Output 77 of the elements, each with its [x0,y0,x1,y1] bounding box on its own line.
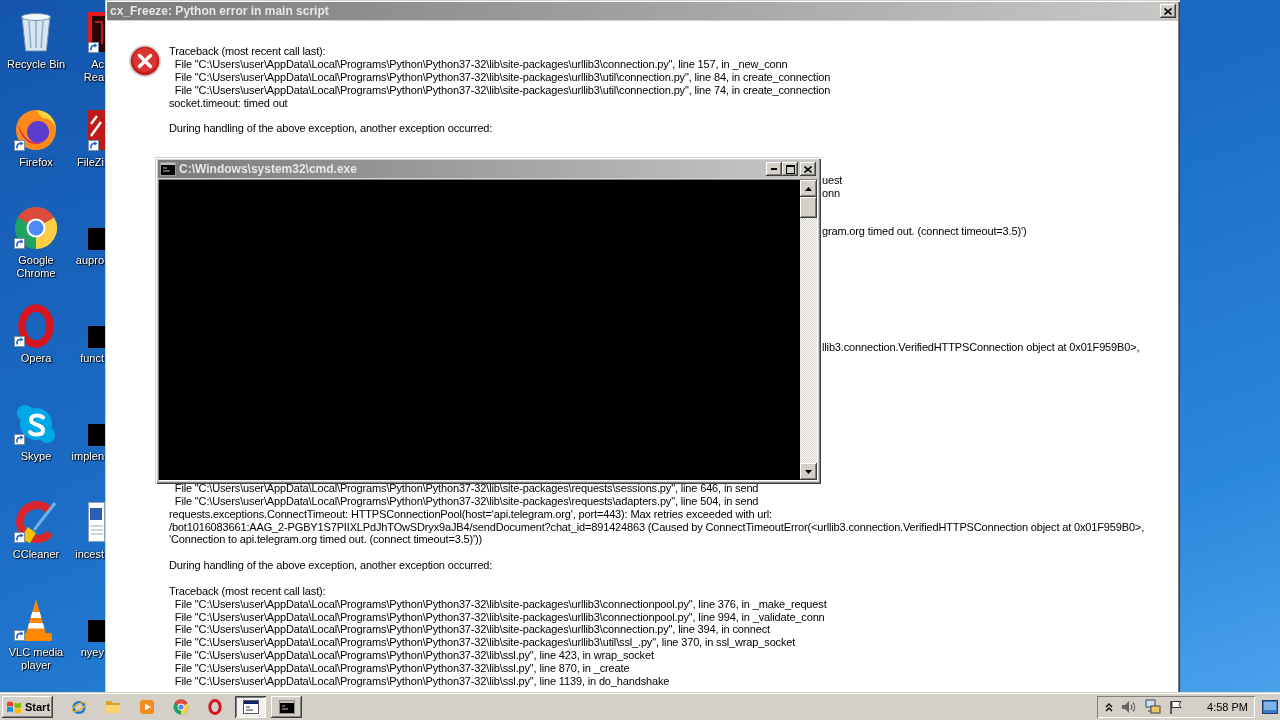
console-icon [160,162,176,176]
message-line: File "C:\Users\user\AppData\Local\Programs\Python\Python37-32\lib\site-packages\requests\sessions.py", line 646, in send [173,482,759,495]
message-line: llib3.connection.VerifiedHTTPSConnection object at 0x01F959B0>, [822,340,1140,353]
document-icon[interactable] [88,502,105,542]
message-line: requests.exceptions.ConnectTimeout: HTTPSConnectionPool(host='api.telegram.org', port=443): Max retries exceeded with url: [169,507,773,520]
chevron-up-icon[interactable] [1105,702,1114,712]
message-line: File "C:\Users\user\AppData\Local\Programs\Python\Python37-32\lib\site-packages\urllib3\connectionpool.py", line 376, in _make_request [173,597,827,610]
scroll-down-button[interactable] [800,463,817,480]
icon-label[interactable]: VLC media player [1,646,71,672]
icon-label[interactable]: aupro [75,254,104,267]
icon-label[interactable]: Recycle Bin [6,58,66,71]
icon-label[interactable]: FileZi [77,156,104,169]
caret-up-icon [805,186,812,191]
start-button[interactable]: Start [2,696,53,718]
icon-label[interactable]: implen [71,450,104,463]
message-line: socket.timeout: timed out [169,96,288,109]
message-line: File "C:\Users\user\AppData\Local\Programs\Python\Python37-32\lib\site-packages\requests\adapters.py", line 504, in send [173,494,759,507]
message-line: File "C:\Users\user\AppData\Local\Programs\Python\Python37-32\lib\site-packages\urllib3\util\connection.py", line 74, in create_connection [173,83,831,96]
message-line: File "C:\Users\user\AppData\Local\Programs\Python\Python37-32\lib\site-packages\urllib3\util\connection.py", line 84, in create_connection [173,71,831,84]
icon-label[interactable]: Google Chrome [1,254,71,280]
icon-label[interactable]: Opera [20,352,52,365]
close-button[interactable] [800,162,816,176]
segmented-circle-icon[interactable] [14,206,58,250]
maximize-button[interactable] [782,162,798,176]
show-desktop-icon[interactable] [1262,700,1278,714]
icon-label[interactable]: Skype [20,450,52,463]
message-line: uest [822,173,843,186]
arc-brush-icon[interactable] [14,500,58,544]
oval-ring-icon[interactable] [207,699,223,715]
trash-bin-icon[interactable] [20,12,52,52]
clock[interactable]: 4:58 PM [1207,700,1248,714]
message-line: File "C:\Users\user\AppData\Local\Programs\Python\Python37-32\lib\site-packages\urllib3\connection.py", line 157, in _new_conn [173,58,788,71]
fox-globe-icon[interactable] [15,109,57,151]
message-line: File "C:\Users\user\AppData\Local\Programs\Python\Python37-32\lib\site-packages\urllib3\connection.py", line 394, in connect [173,623,770,636]
icon-label[interactable]: Firefox [19,156,53,169]
icon-label[interactable]: funct [80,352,104,365]
message-line: File "C:\Users\user\AppData\Local\Programs\Python\Python37-32\lib\ssl.py", line 423, in wrap_socket [173,649,654,662]
console-icon [278,699,295,715]
maximize-icon [785,164,795,174]
globe-orbit-icon[interactable] [71,699,87,715]
taskbar-button[interactable] [235,696,266,718]
message-line: File "C:\Users\user\AppData\Local\Programs\Python\Python37-32\lib\site-packages\urllib3\connectionpool.py", line 994, in _validate_conn [173,610,825,623]
message-line: /bot1016083661:AAG_2-PGBY1S7PIIXLPdJhTOwSDryx9aJB4/sendDocument?chat_id=891424863 (Caused by ConnectTimeoutError(<urllib3.connection.VerifiedHTTPSConnection object at 0x01F959B0>, [169,520,1145,533]
close-button[interactable] [1160,4,1176,18]
message-line: onn [822,186,840,199]
oval-ring-icon[interactable] [18,304,54,348]
segmented-circle-icon[interactable] [173,699,189,715]
icon-label[interactable]: nyey [80,646,104,659]
message-line: Traceback (most recent call last): [169,584,326,597]
icon-label[interactable]: incest [75,548,104,561]
minimize-button[interactable] [766,162,782,176]
icon-label[interactable]: CCleaner [12,548,60,561]
taskbar-button[interactable] [271,696,302,718]
computer-network-icon[interactable] [1145,699,1162,715]
window-title: C:\Windows\system32\cmd.exe [179,162,357,176]
minimize-icon [771,168,777,170]
message-line: Traceback (most recent call last): [169,45,326,58]
message-line: File "C:\Users\user\AppData\Local\Programs\Python\Python37-32\lib\site-packages\urllib3\util\ssl_.py", line 370, in ssl_wrap_socket [173,636,796,649]
close-icon [804,165,812,173]
cloud-swirl-icon[interactable] [16,404,56,444]
icon-label[interactable]: Ac Rea [83,58,104,84]
caret-down-icon [805,469,812,474]
message-line: 'Connection to api.telegram.org timed out. (connect timeout=3.5)')) [169,533,482,546]
speaker-icon[interactable] [1121,700,1138,714]
message-line: During handling of the above exception, another exception occurred: [169,122,493,135]
message-line: gram.org timed out. (connect timeout=3.5)') [822,225,1027,238]
message-line: During handling of the above exception, another exception occurred: [169,559,493,572]
window-title: cx_Freeze: Python error in main script [110,4,329,18]
scrollbar-thumb[interactable] [800,197,817,218]
flag-icon[interactable] [1169,700,1184,714]
window-icon [242,699,259,715]
message-line: File "C:\Users\user\AppData\Local\Programs\Python\Python37-32\lib\ssl.py", line 870, in _create [173,661,630,674]
message-line: File "C:\Users\user\AppData\Local\Programs\Python\Python37-32\lib\ssl.py", line 1139, in do_handshake [173,674,670,687]
waving-flag-icon [6,700,22,714]
close-icon [1164,7,1172,15]
scroll-up-button[interactable] [800,180,817,197]
error-icon [129,45,161,77]
